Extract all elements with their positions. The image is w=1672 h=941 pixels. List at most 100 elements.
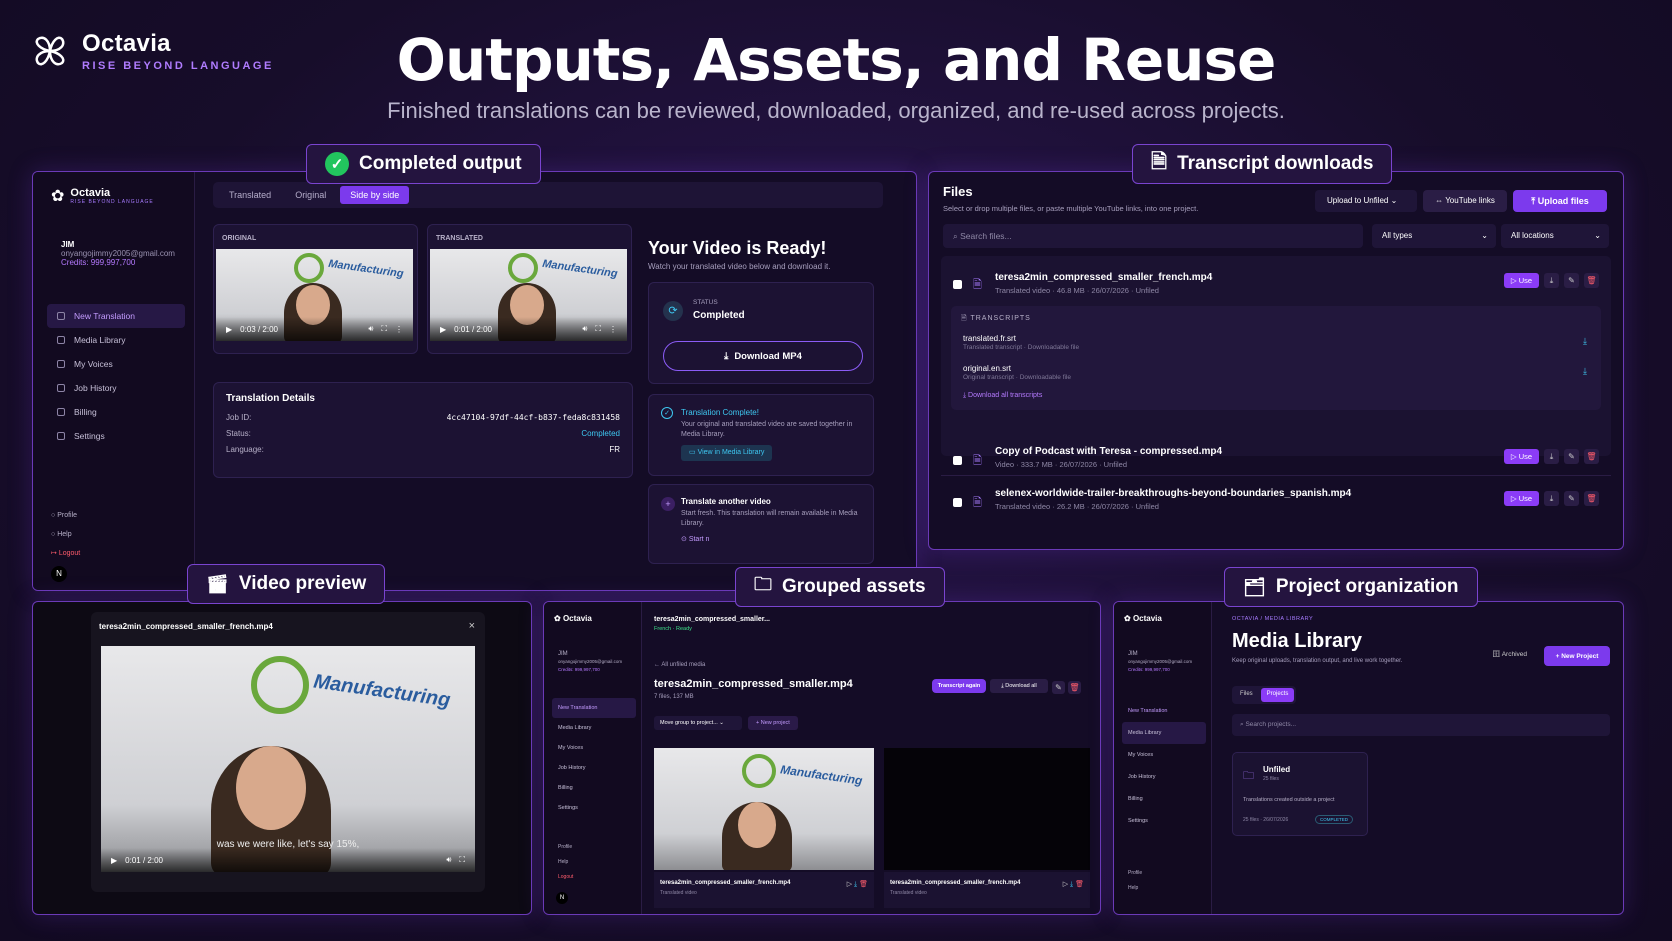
nav-my-voices[interactable]: My Voices [1122,744,1206,766]
original-video-controls[interactable]: ▶ 0:03 / 2:00 🔊︎ ⛶ ⋮ [216,317,413,341]
trash-icon[interactable]: 🗑︎ [859,881,868,888]
download-transcript-fr-icon[interactable]: ⤓ [1583,336,1587,347]
close-icon[interactable]: × [469,620,475,632]
download-icon[interactable]: ⤓ [1544,273,1559,289]
nav-job-history[interactable]: Job History [47,376,185,400]
nav-billing[interactable]: Billing [552,778,636,798]
new-project-button[interactable]: + New Project [1544,646,1610,666]
edit-icon[interactable]: ✎ [1564,273,1579,289]
nav-logout[interactable]: Logout [558,870,573,885]
trash-icon[interactable]: 🗑︎ [1584,449,1599,465]
file-row-3[interactable]: 🗎︎ selenex-worldwide-trailer-breakthroug… [941,478,1611,522]
download-icon[interactable]: ⤓ [1070,881,1073,888]
volume-icon[interactable]: 🔊︎ [368,324,373,334]
row-checkbox[interactable] [953,456,962,465]
nav-profile[interactable]: Profile [1128,866,1142,881]
download-icon[interactable]: ⤓ [1544,449,1559,465]
types-select[interactable]: All types ⌄ [1372,224,1496,248]
nav-job-history[interactable]: Job History [1122,766,1206,788]
fullscreen-icon[interactable]: ⛶ [459,855,465,865]
trash-icon[interactable]: 🗑︎ [1584,273,1599,289]
play-icon[interactable]: ▷ [847,881,852,888]
project-card-unfiled[interactable]: 🗀︎ Unfiled 25 files Translations created… [1232,752,1368,836]
search-projects-input[interactable]: ⌕ Search projects... [1232,714,1610,736]
nav-new-translation[interactable]: New Translation [47,304,185,328]
use-button[interactable]: ▷ Use [1504,491,1539,507]
nav-settings[interactable]: Settings [47,424,185,448]
play-icon[interactable]: ▶ [226,325,232,334]
tab-original[interactable]: Original [285,186,336,204]
nav-media-library[interactable]: Media Library [1122,722,1206,744]
nav-help[interactable]: ○ Help [51,525,80,544]
nav-settings[interactable]: Settings [1122,810,1206,832]
download-transcript-en-icon[interactable]: ⤓ [1583,366,1587,377]
youtube-links-button[interactable]: ⇔ YouTube links [1423,190,1507,212]
nav-help[interactable]: Help [558,855,573,870]
search-files-input[interactable]: ⌕ Search files... [943,224,1363,248]
new-project-button[interactable]: + New project [748,716,798,730]
edit-icon[interactable]: ✎ [1564,491,1579,507]
fullscreen-icon[interactable]: ⛶ [595,324,601,334]
locations-select[interactable]: All locations ⌄ [1501,224,1609,248]
view-media-library-button[interactable]: ▭ View in Media Library [681,445,773,461]
nav-logout[interactable]: ↦ Logout [51,544,80,563]
volume-icon[interactable]: 🔊︎ [582,324,587,334]
nav-billing[interactable]: Billing [47,400,185,424]
nav-media-library[interactable]: Media Library [47,328,185,352]
original-video[interactable]: Manufacturing ▶ 0:03 / 2:00 🔊︎ ⛶ ⋮ [216,249,413,341]
nav-new-translation[interactable]: New Translation [552,698,636,718]
asset-thumb-2[interactable] [884,748,1090,870]
nav-profile[interactable]: ○ Profile [51,506,80,525]
nav-profile[interactable]: Profile [558,840,573,855]
trash-icon[interactable]: 🗑︎ [1584,491,1599,507]
move-group-select[interactable]: Move group to project... ⌄ [654,716,742,730]
nav-media-library[interactable]: Media Library [552,718,636,738]
play-icon[interactable]: ▶ [440,325,446,334]
nav-my-voices[interactable]: My Voices [47,352,185,376]
download-all-button[interactable]: ⤓ Download all [990,679,1048,693]
upload-files-button[interactable]: ⤒ Upload files [1513,190,1607,212]
more-icon[interactable]: ⋮ [609,325,617,334]
download-all-transcripts-link[interactable]: ⤓ Download all transcripts [963,392,1042,400]
use-button[interactable]: ▷ Use [1504,449,1539,465]
row-checkbox[interactable] [953,280,962,289]
start-new-button[interactable]: ⊙ Start n [681,535,709,543]
use-button[interactable]: ▷ Use [1504,273,1539,289]
trash-icon[interactable]: 🗑︎ [1068,681,1081,695]
preview-video[interactable]: Manufacturing was we were like, let's sa… [101,646,475,872]
file-tab[interactable]: teresa2min_compressed_smaller... French … [648,610,788,646]
translated-video-controls[interactable]: ▶ 0:01 / 2:00 🔊︎ ⛶ ⋮ [430,317,627,341]
fullscreen-icon[interactable]: ⛶ [381,324,387,334]
tab-files[interactable]: Files [1234,688,1259,702]
edit-icon[interactable]: ✎ [1564,449,1579,465]
play-icon[interactable]: ▶ [111,856,117,865]
upload-to-select[interactable]: Upload to Unfiled ⌄ [1315,190,1417,212]
edit-icon[interactable]: ✎ [1052,681,1065,695]
nav-settings[interactable]: Settings [552,798,636,818]
nav-new-translation[interactable]: New Translation [1122,700,1206,722]
translated-video[interactable]: Manufacturing ▶ 0:01 / 2:00 🔊︎ ⛶ ⋮ [430,249,627,341]
nav-job-history[interactable]: Job History [552,758,636,778]
download-icon[interactable]: ⤓ [1544,491,1559,507]
avatar[interactable]: N [556,892,568,904]
row-checkbox[interactable] [953,498,962,507]
trash-icon[interactable]: 🗑︎ [1075,881,1084,888]
more-icon[interactable]: ⋮ [395,325,403,334]
download-mp4-button[interactable]: ⤓ Download MP4 [663,341,863,371]
volume-icon[interactable]: 🔊︎ [446,855,451,865]
tab-side-by-side[interactable]: Side by side [340,186,410,204]
asset-thumb-1[interactable]: Manufacturing [654,748,874,870]
transcript-again-button[interactable]: Transcript again [932,679,986,693]
download-icon[interactable]: ⤓ [854,881,857,888]
avatar[interactable]: N [51,566,67,582]
file-row-2[interactable]: 🗎︎ Copy of Podcast with Teresa - compres… [941,432,1611,476]
tab-translated[interactable]: Translated [219,186,281,204]
archived-button[interactable]: 🗄︎ Archived [1492,650,1527,658]
nav-billing[interactable]: Billing [1122,788,1206,810]
tab-projects[interactable]: Projects [1260,688,1295,702]
nav-help[interactable]: Help [1128,881,1142,896]
file-row-1[interactable]: 🗎︎ teresa2min_compressed_smaller_french.… [941,256,1611,456]
nav-my-voices[interactable]: My Voices [552,738,636,758]
back-link[interactable]: ← All unfiled media [654,662,705,668]
play-icon[interactable]: ▷ [1063,881,1068,888]
